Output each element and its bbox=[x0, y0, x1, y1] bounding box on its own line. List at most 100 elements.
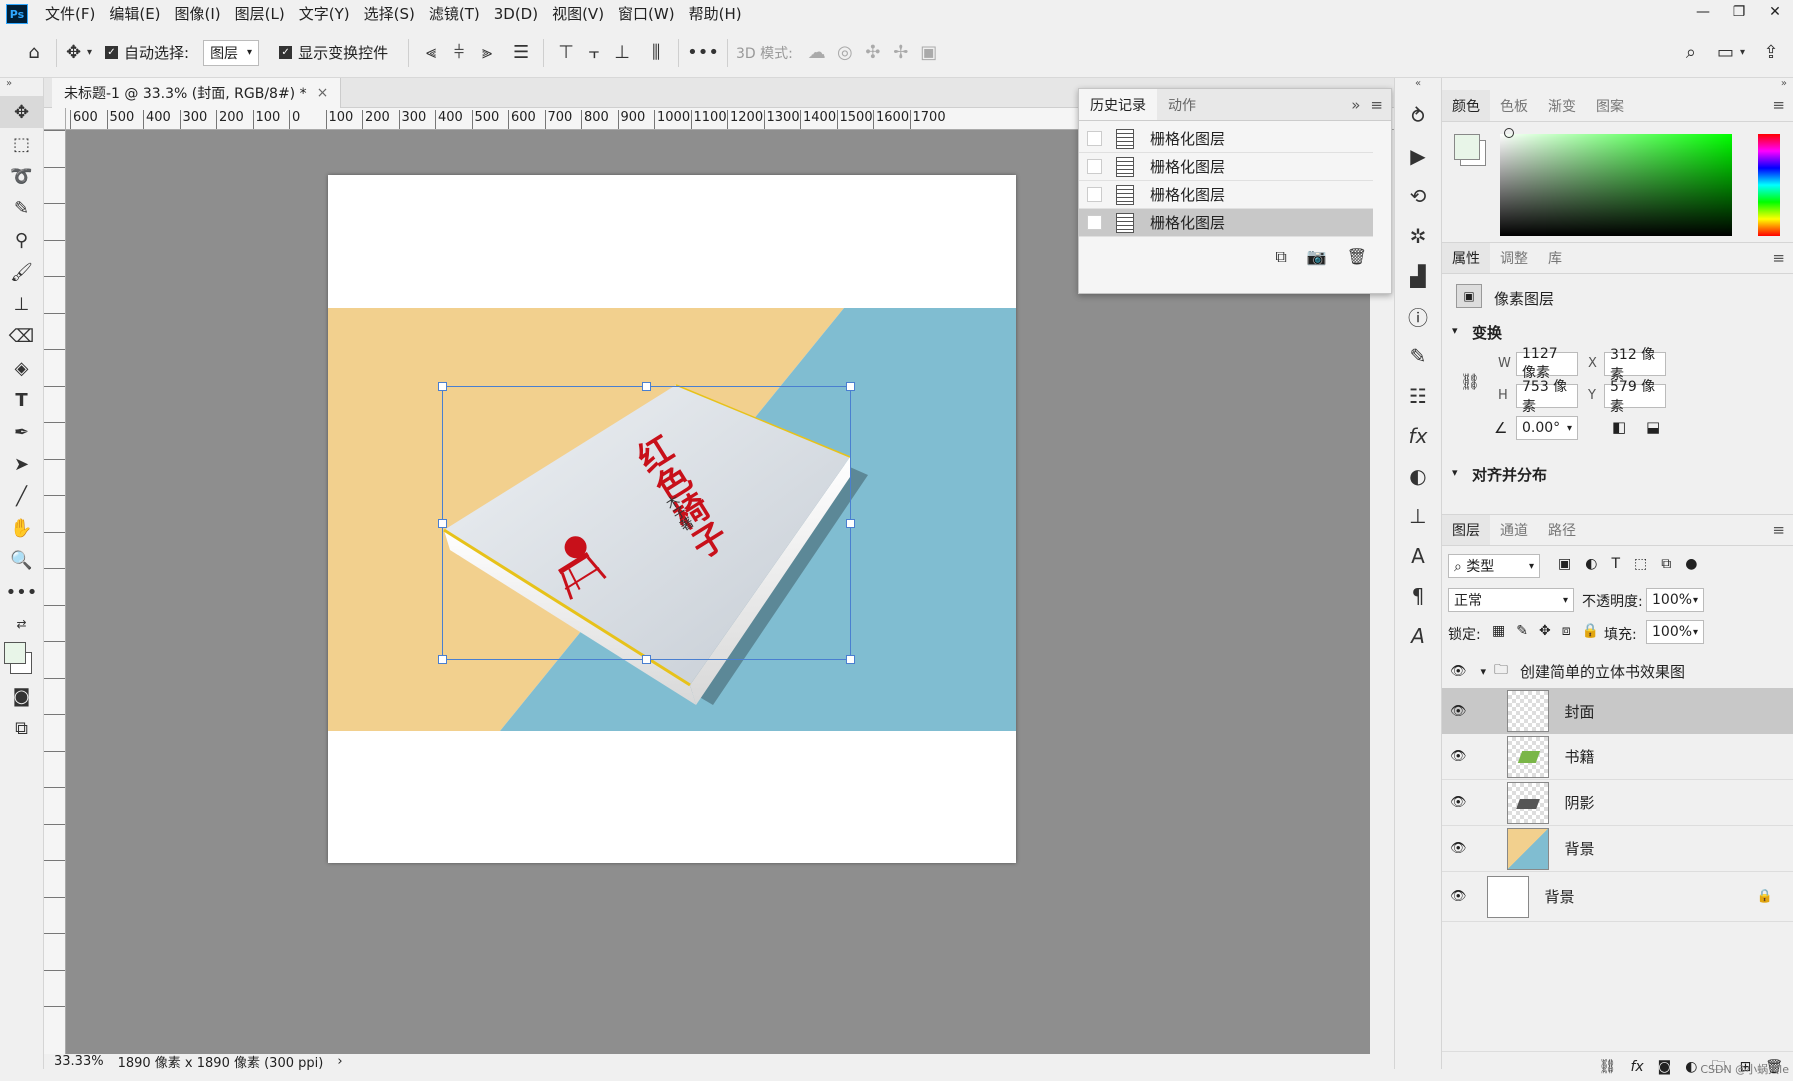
distribute-horizontal-icon[interactable]: ⫼ bbox=[642, 38, 670, 68]
history-clock-icon[interactable]: ⟲ bbox=[1395, 176, 1441, 216]
stamp-tool-icon[interactable]: ⊥ bbox=[0, 288, 43, 320]
eye-icon[interactable]: 👁 bbox=[1450, 749, 1467, 764]
layer-row[interactable]: 👁 书籍 bbox=[1442, 734, 1793, 780]
show-transform-checkbox[interactable]: ✓ 显示变换控件 bbox=[279, 42, 388, 63]
type-tool-icon[interactable]: T bbox=[0, 384, 43, 416]
menu-select[interactable]: 选择(S) bbox=[357, 0, 422, 28]
width-input[interactable]: 1127 像素 bbox=[1516, 346, 1578, 381]
color-picker-handle[interactable] bbox=[1504, 128, 1514, 138]
align-hcenter-icon[interactable]: ⫩ bbox=[445, 38, 473, 68]
menu-edit[interactable]: 编辑(E) bbox=[102, 0, 167, 28]
restore-button[interactable]: ❐ bbox=[1721, 0, 1757, 24]
fill-input[interactable]: 100% ▾ bbox=[1646, 620, 1704, 644]
history-snapshot-checkbox[interactable] bbox=[1087, 159, 1102, 174]
filter-smart-object-icon[interactable]: ⧉ bbox=[1661, 556, 1671, 572]
document-canvas[interactable]: 红色椅子 木子著 bbox=[328, 175, 1016, 863]
panel-collapse-icon[interactable]: » bbox=[1351, 96, 1360, 114]
chevron-down-icon[interactable]: ▾ bbox=[1481, 665, 1487, 678]
background-layer-row[interactable]: 👁 背景 🔒 bbox=[1442, 872, 1793, 922]
eye-icon[interactable]: 👁 bbox=[1450, 841, 1467, 856]
flip-horizontal-icon[interactable]: ◧ bbox=[1612, 418, 1626, 436]
brush-tool-icon[interactable]: 🖌 bbox=[0, 256, 43, 288]
more-options-icon[interactable]: ••• bbox=[687, 38, 719, 68]
transform-handle-l[interactable] bbox=[438, 519, 447, 528]
y-input[interactable]: 579 像素 bbox=[1604, 379, 1666, 415]
tab-patterns[interactable]: 图案 bbox=[1586, 90, 1634, 121]
transform-handle-r[interactable] bbox=[846, 519, 855, 528]
menu-view[interactable]: 视图(V) bbox=[545, 0, 611, 28]
align-left-icon[interactable]: ⫷ bbox=[417, 38, 445, 68]
history-row[interactable]: 栅格化图层 bbox=[1079, 181, 1373, 209]
transform-handle-bl[interactable] bbox=[438, 655, 447, 664]
angle-input[interactable]: 0.00° ▾ bbox=[1516, 416, 1578, 440]
info-icon[interactable]: ⓘ bbox=[1395, 296, 1441, 336]
auto-select-target-dropdown[interactable]: 图层 ▾ bbox=[203, 39, 260, 66]
paragraph-icon[interactable]: ¶ bbox=[1395, 576, 1441, 616]
lock-pixels-icon[interactable]: ✎ bbox=[1516, 623, 1528, 639]
more-tools-icon[interactable]: ••• bbox=[0, 576, 43, 608]
search-icon[interactable]: ⌕ bbox=[1677, 38, 1705, 68]
zoom-tool-icon[interactable]: 🔍 bbox=[0, 544, 43, 576]
height-input[interactable]: 753 像素 bbox=[1516, 379, 1578, 415]
trash-icon[interactable]: 🗑 bbox=[1347, 247, 1367, 267]
tab-layers[interactable]: 图层 bbox=[1442, 515, 1490, 545]
history-row-selected[interactable]: 栅格化图层 bbox=[1079, 209, 1373, 237]
tab-history[interactable]: 历史记录 bbox=[1079, 89, 1157, 120]
eyedropper-tool-icon[interactable]: ⚲ bbox=[0, 224, 43, 256]
menu-image[interactable]: 图像(I) bbox=[168, 0, 228, 28]
workspace-icon[interactable]: ▭ ▾ bbox=[1717, 38, 1745, 68]
lasso-tool-icon[interactable]: ➰ bbox=[0, 160, 43, 192]
swap-colors-icon[interactable]: ⇄ bbox=[0, 608, 43, 640]
panel-menu-icon[interactable]: ≡ bbox=[1764, 243, 1793, 273]
eye-icon[interactable]: 👁 bbox=[1450, 704, 1467, 719]
quick-select-tool-icon[interactable]: ✎ bbox=[0, 192, 43, 224]
panel-menu-icon[interactable]: ≡ bbox=[1370, 96, 1383, 114]
history-snapshot-checkbox[interactable] bbox=[1087, 187, 1102, 202]
layer-row[interactable]: 👁 阴影 bbox=[1442, 780, 1793, 826]
transform-bounding-box[interactable] bbox=[438, 382, 855, 664]
layer-row[interactable]: 👁 背景 bbox=[1442, 826, 1793, 872]
layer-filter-dropdown[interactable]: ⌕ 类型 ▾ bbox=[1448, 554, 1540, 578]
move-tool-icon[interactable]: ✥ bbox=[0, 96, 43, 128]
tab-gradients[interactable]: 渐变 bbox=[1538, 90, 1586, 121]
opacity-input[interactable]: 100% ▾ bbox=[1646, 588, 1704, 612]
menu-type[interactable]: 文字(Y) bbox=[292, 0, 357, 28]
foreground-color-swatch[interactable] bbox=[1454, 134, 1480, 160]
screen-mode-icon[interactable]: ⧉ bbox=[0, 712, 43, 744]
paint-bucket-tool-icon[interactable]: ◈ bbox=[0, 352, 43, 384]
character-icon[interactable]: A bbox=[1395, 536, 1441, 576]
transform-handle-br[interactable] bbox=[846, 655, 855, 664]
transform-handle-b[interactable] bbox=[642, 655, 651, 664]
tab-paths[interactable]: 路径 bbox=[1538, 515, 1586, 545]
tab-libraries[interactable]: 库 bbox=[1538, 243, 1572, 273]
panel-menu-icon[interactable]: ≡ bbox=[1764, 90, 1793, 121]
marquee-tool-icon[interactable]: ⬚ bbox=[0, 128, 43, 160]
link-layers-icon[interactable]: ⛓ bbox=[1599, 1059, 1617, 1075]
history-snapshot-checkbox[interactable] bbox=[1087, 131, 1102, 146]
new-document-from-state-icon[interactable]: ⧉ bbox=[1275, 247, 1286, 267]
filter-toggle-icon[interactable]: ● bbox=[1685, 556, 1697, 572]
adjustments-sliders-icon[interactable]: ☷ bbox=[1395, 376, 1441, 416]
lock-position-icon[interactable]: ✥ bbox=[1539, 623, 1551, 639]
document-tab[interactable]: 未标题-1 @ 33.3% (封面, RGB/8#) * × bbox=[52, 78, 342, 108]
distribute-vertical-icon[interactable]: ☰ bbox=[507, 38, 535, 68]
clone-source-icon[interactable]: ◐ bbox=[1395, 456, 1441, 496]
filter-shape-icon[interactable]: ⬚ bbox=[1634, 556, 1647, 572]
layer-style-fx-icon[interactable]: fx bbox=[1630, 1059, 1643, 1075]
path-select-tool-icon[interactable]: ➤ bbox=[0, 448, 43, 480]
tool-presets-icon[interactable]: ⊥ bbox=[1395, 496, 1441, 536]
filter-type-icon[interactable]: T bbox=[1611, 556, 1620, 572]
eye-icon[interactable]: 👁 bbox=[1450, 664, 1467, 679]
tab-channels[interactable]: 通道 bbox=[1490, 515, 1538, 545]
flip-vertical-icon[interactable]: ⬓ bbox=[1646, 418, 1660, 436]
collapse-strip-icon[interactable]: « bbox=[1395, 78, 1441, 96]
history-row[interactable]: 栅格化图层 bbox=[1079, 153, 1373, 181]
chevron-down-icon[interactable]: ▾ bbox=[1452, 466, 1458, 479]
move-tool-icon[interactable]: ✥ ▾ bbox=[65, 38, 93, 68]
transform-handle-tr[interactable] bbox=[846, 382, 855, 391]
menu-window[interactable]: 窗口(W) bbox=[611, 0, 682, 28]
glyphs-icon[interactable]: A bbox=[1395, 616, 1441, 656]
close-window-button[interactable]: ✕ bbox=[1757, 0, 1793, 24]
navigator-icon[interactable]: ✲ bbox=[1395, 216, 1441, 256]
history-snapshot-checkbox[interactable] bbox=[1087, 215, 1102, 230]
